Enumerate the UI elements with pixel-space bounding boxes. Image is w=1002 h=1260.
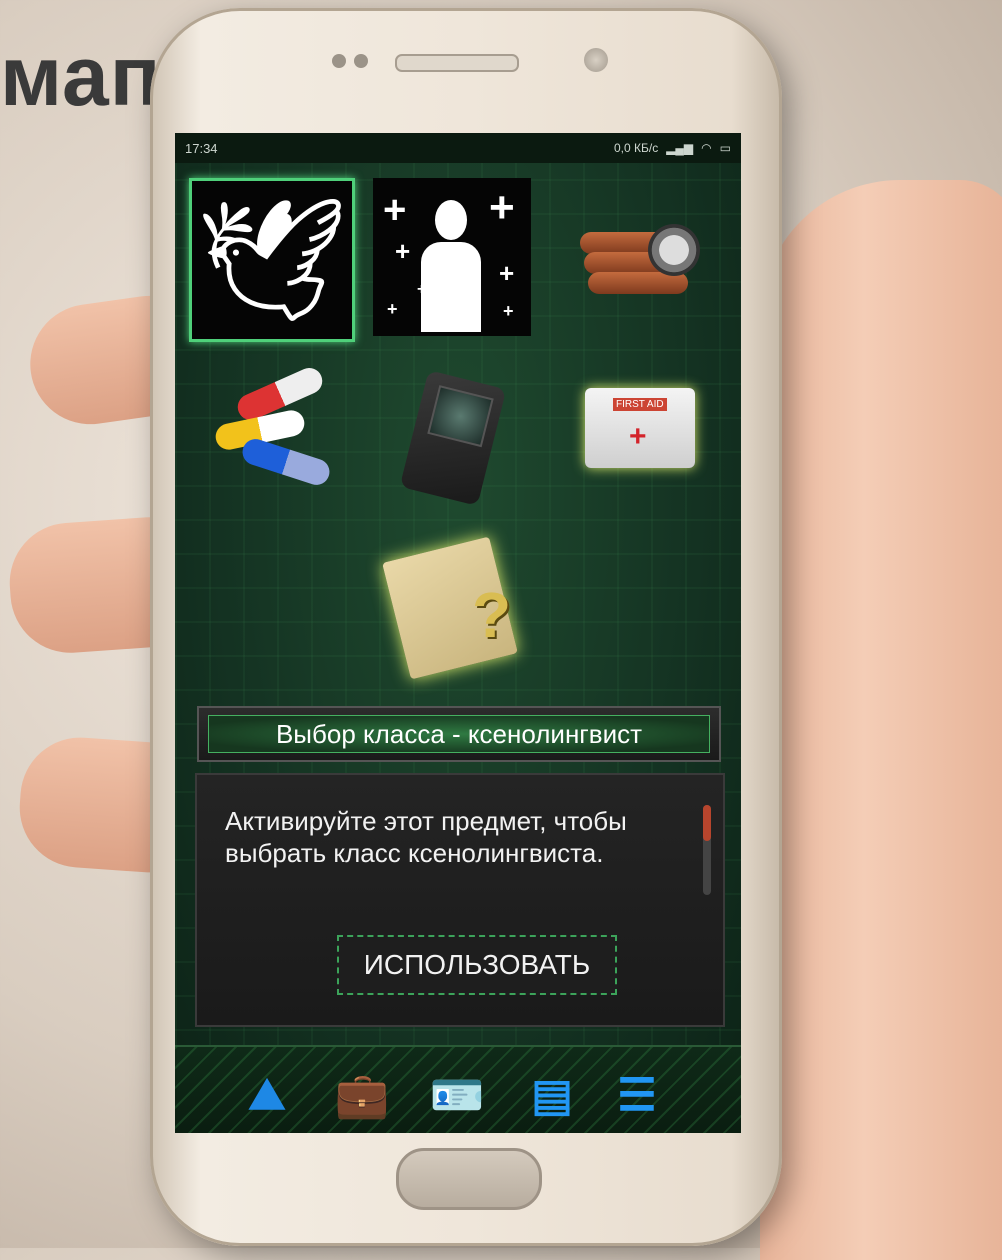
bomb-icon: [580, 218, 700, 298]
app-screen: 17:34 0,0 КБ/с ▂▄▆ ◠ ▭ 🕊 + + + + + + + F…: [175, 133, 741, 1133]
slide-title: мап: [0, 29, 162, 123]
bottom-navigation: ⛰ 💼 🪪 ▤ ☰: [175, 1045, 741, 1133]
network-speed: 0,0 КБ/с: [613, 141, 659, 155]
scanner-item[interactable]: [393, 358, 513, 518]
pills-icon: [213, 363, 335, 489]
front-camera: [584, 48, 608, 72]
list-icon[interactable]: ☰: [605, 1065, 669, 1125]
status-bar: 17:34 0,0 КБ/с ▂▄▆ ◠ ▭: [175, 133, 741, 163]
speaker-grille: [395, 54, 519, 72]
phone-device: 17:34 0,0 КБ/с ▂▄▆ ◠ ▭ 🕊 + + + + + + + F…: [150, 8, 782, 1246]
healer-class-item[interactable]: + + + + + + +: [373, 178, 531, 336]
briefcase-icon[interactable]: 💼: [330, 1065, 394, 1125]
scanner-icon: [399, 370, 507, 506]
item-description: Активируйте этот предмет, чтобы выбрать …: [225, 806, 627, 868]
wifi-icon: ◠: [701, 141, 712, 155]
scrollbar-thumb[interactable]: [703, 805, 711, 841]
hand: [760, 180, 1002, 1260]
person-plus-icon: + + + + + + +: [377, 182, 527, 332]
camera-dot: [332, 54, 346, 68]
class-title-banner: Выбор класса - ксенолингвист: [197, 706, 721, 762]
id-card-icon[interactable]: 🪪: [425, 1065, 489, 1125]
xenolinguist-notepad-item[interactable]: ?: [375, 533, 525, 683]
home-button[interactable]: [396, 1148, 542, 1210]
use-button[interactable]: ИСПОЛЬЗОВАТЬ: [337, 935, 617, 995]
class-title: Выбор класса - ксенолингвист: [208, 715, 710, 753]
notepad-question-icon: ?: [382, 536, 518, 680]
item-description-panel: Активируйте этот предмет, чтобы выбрать …: [195, 773, 725, 1027]
battery-icon: ▭: [719, 141, 731, 155]
bomb-item[interactable]: [570, 193, 710, 323]
map-icon[interactable]: ⛰: [235, 1065, 299, 1125]
first-aid-icon: FIRST AID +: [585, 388, 695, 468]
pills-item[interactable]: [205, 358, 345, 498]
camera-dot: [354, 54, 368, 68]
status-time: 17:34: [185, 140, 218, 156]
first-aid-item[interactable]: FIRST AID +: [575, 373, 705, 483]
peace-class-item[interactable]: 🕊: [189, 178, 355, 342]
description-scrollbar[interactable]: [703, 805, 711, 895]
dove-icon: 🕊: [195, 193, 349, 327]
document-icon[interactable]: ▤: [520, 1065, 584, 1125]
signal-icon: ▂▄▆: [666, 141, 694, 155]
status-indicators: 0,0 КБ/с ▂▄▆ ◠ ▭: [614, 141, 731, 155]
